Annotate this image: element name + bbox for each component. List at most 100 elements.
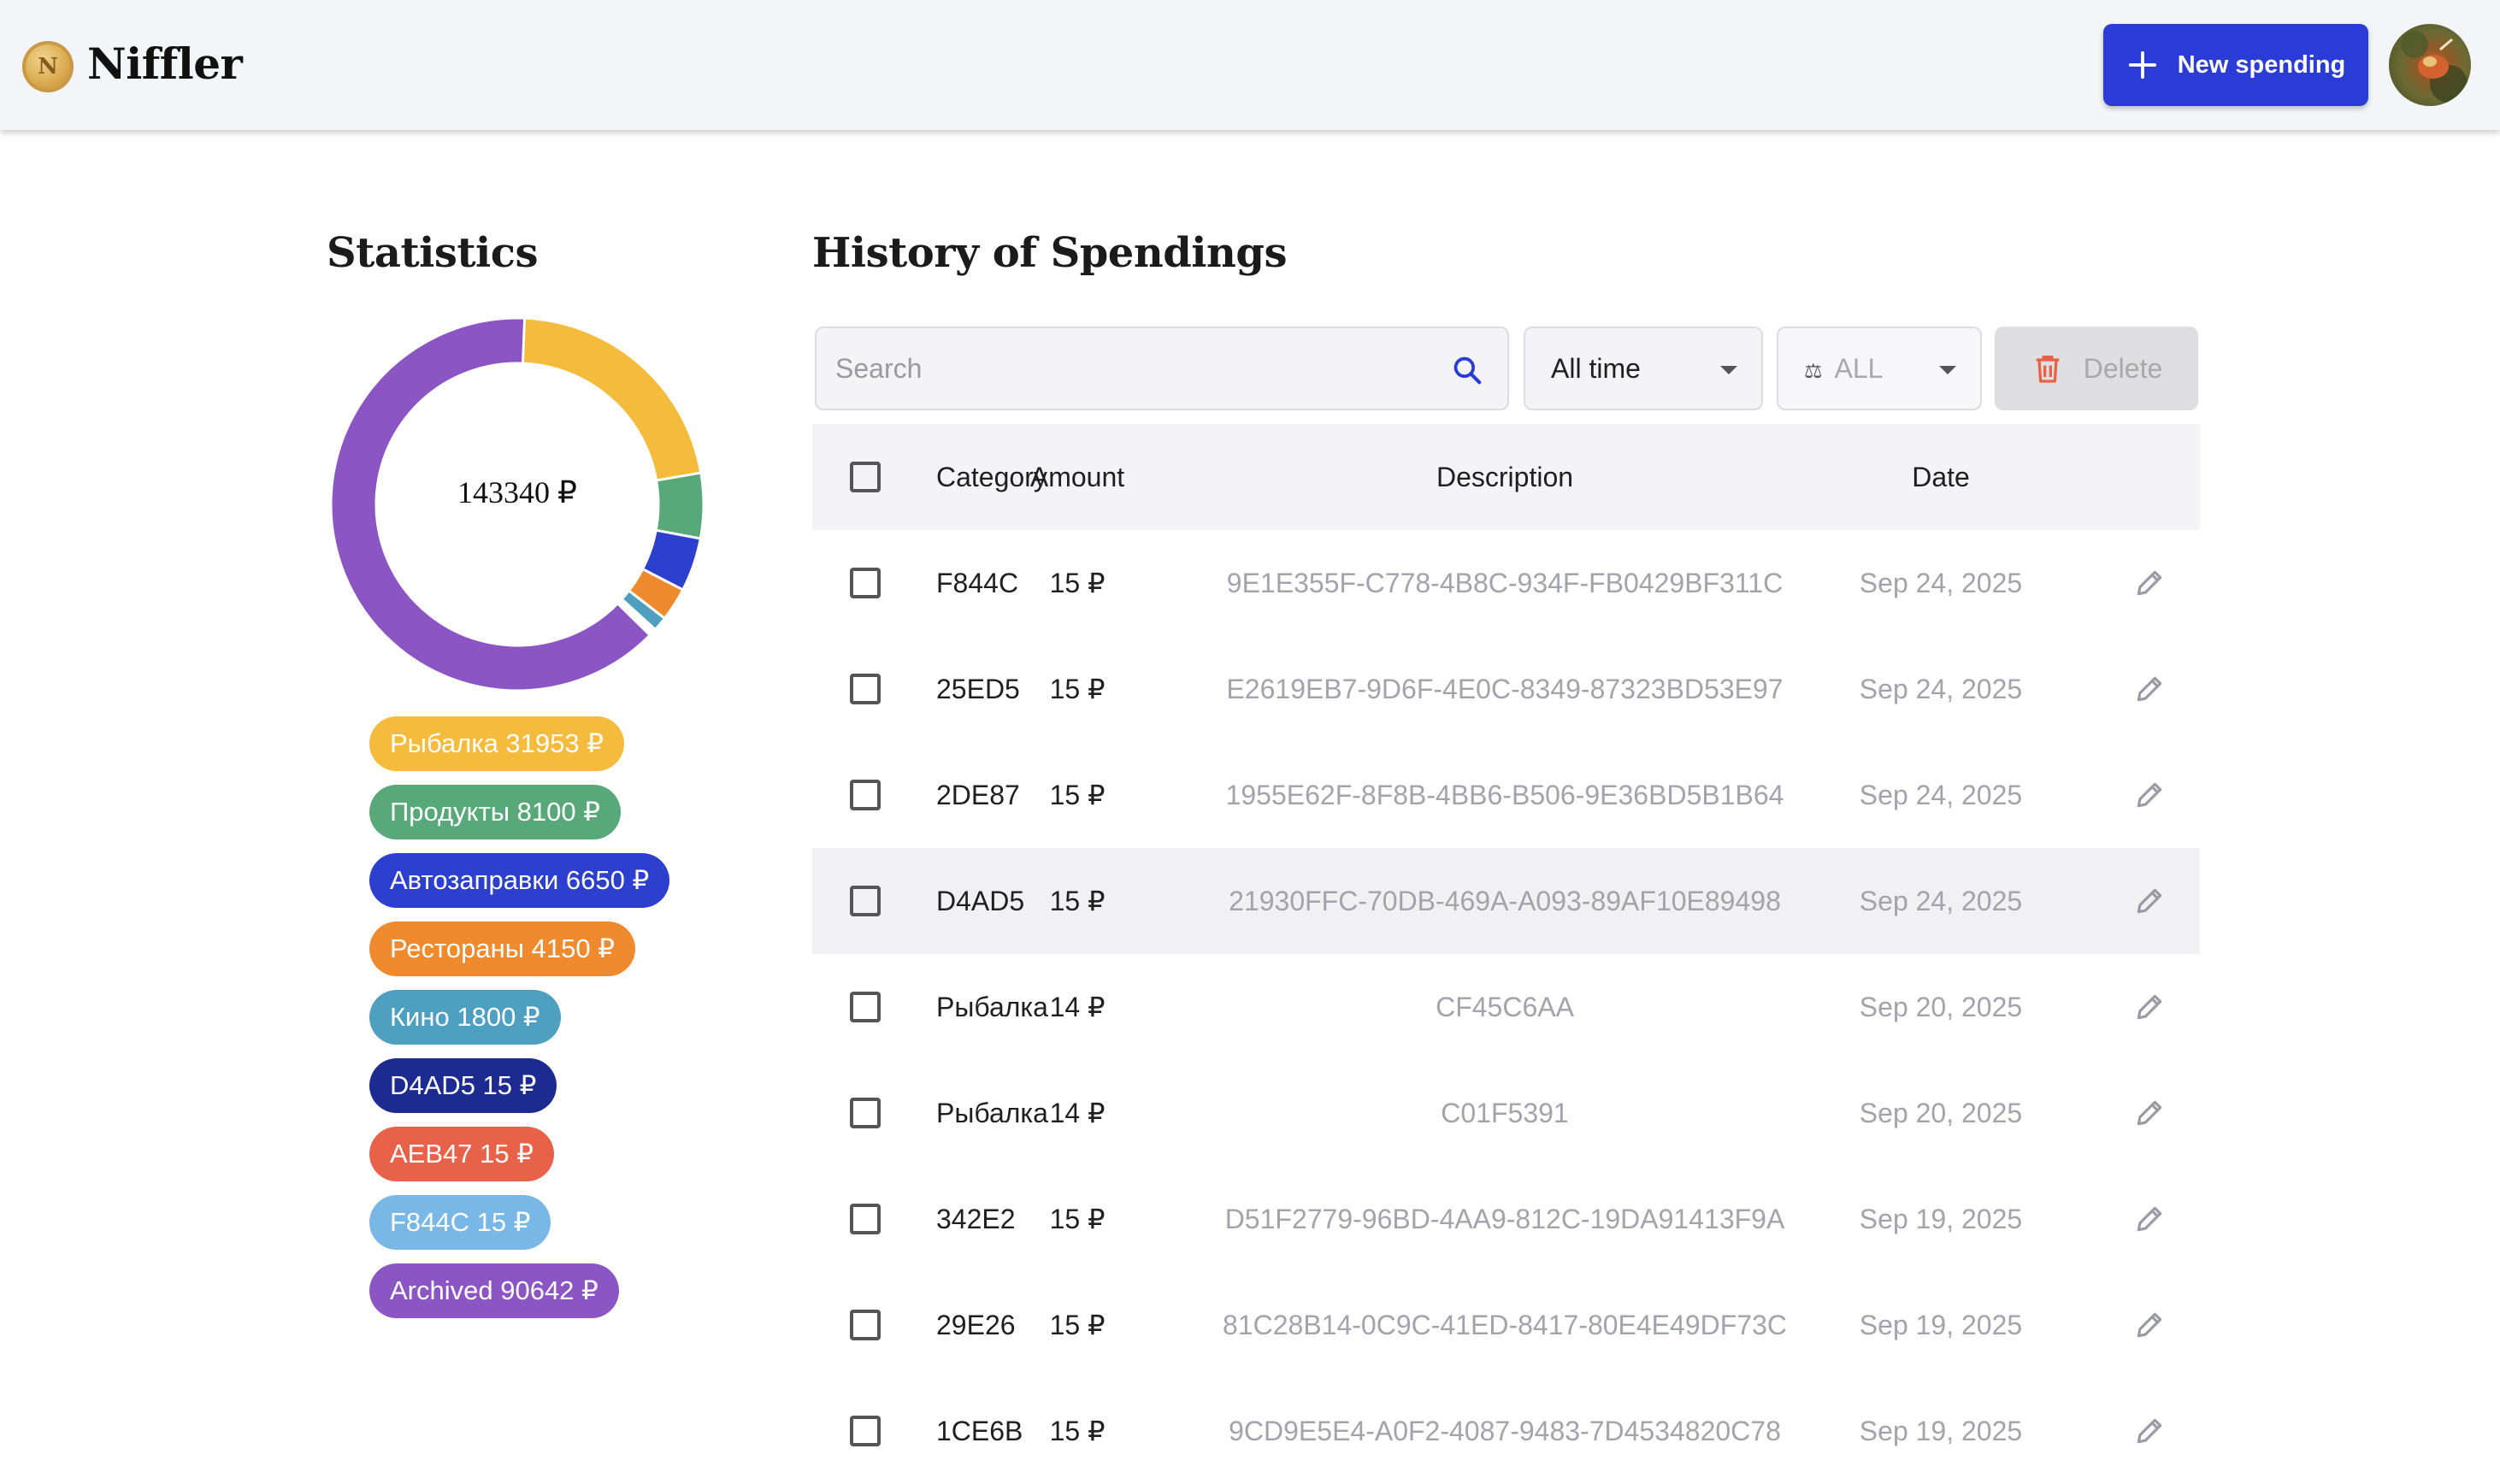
statistics-title: Statistics xyxy=(327,229,539,277)
row-description: CF45C6AA xyxy=(1436,992,1574,1022)
category-chip[interactable]: Archived 90642 ₽ xyxy=(369,1263,619,1318)
app-header: N Niffler New spending xyxy=(0,0,2500,130)
table-row[interactable]: 342E2 15 ₽ D51F2779-96BD-4AA9-812C-19DA914… xyxy=(812,1166,2200,1272)
row-description: 81C28B14-0C9C-41ED-8417-80E4E49DF73C xyxy=(1223,1310,1787,1340)
row-category: 25ED5 xyxy=(936,674,1020,704)
row-date: Sep 24, 2025 xyxy=(1859,886,2023,916)
row-amount: 14 ₽ xyxy=(1049,992,1106,1022)
row-category: 2DE87 xyxy=(936,780,1020,810)
row-date: Sep 24, 2025 xyxy=(1859,674,2023,704)
avatar[interactable] xyxy=(2389,24,2471,106)
currency-select-value: ⚖ ALL xyxy=(1804,328,1883,412)
category-chip[interactable]: Продукты 8100 ₽ xyxy=(369,785,621,839)
select-all-checkbox[interactable] xyxy=(850,462,881,492)
table-row[interactable]: 29E26 15 ₽ 81C28B14-0C9C-41ED-8417-80E4E49… xyxy=(812,1272,2200,1378)
row-checkbox[interactable] xyxy=(850,780,881,810)
search-icon[interactable] xyxy=(1451,354,1483,386)
row-amount: 15 ₽ xyxy=(1049,1310,1106,1340)
row-checkbox[interactable] xyxy=(850,992,881,1022)
pencil-icon[interactable] xyxy=(2133,779,2166,811)
table-row[interactable]: 2DE87 15 ₽ 1955E62F-8F8B-4BB6-B506-9E36BD5… xyxy=(812,742,2200,848)
row-description: 9E1E355F-C778-4B8C-934F-FB0429BF311C xyxy=(1226,568,1784,598)
category-chip[interactable]: Автозаправки 6650 ₽ xyxy=(369,853,670,908)
table-row[interactable]: Рыбалка 14 ₽ CF45C6AA Sep 20, 2025 xyxy=(812,954,2200,1060)
row-amount: 15 ₽ xyxy=(1049,1204,1106,1234)
row-amount: 15 ₽ xyxy=(1049,674,1106,704)
table-row[interactable]: 1CE6B 15 ₽ 9CD9E5E4-A0F2-4087-9483-7D45348… xyxy=(812,1378,2200,1484)
row-checkbox[interactable] xyxy=(850,568,881,598)
row-category: 1CE6B xyxy=(936,1416,1023,1446)
pencil-icon[interactable] xyxy=(2133,673,2166,705)
row-description: 21930FFC-70DB-469A-A093-89AF10E89498 xyxy=(1229,886,1781,916)
statistics-total: 143340 ₽ xyxy=(457,475,577,509)
period-select-value: All time xyxy=(1551,353,1641,384)
period-select[interactable]: All time xyxy=(1524,327,1763,410)
pencil-icon[interactable] xyxy=(2133,991,2166,1023)
pencil-icon[interactable] xyxy=(2133,885,2166,917)
niffler-logo-icon[interactable]: N xyxy=(22,41,74,92)
logo-letter: N xyxy=(38,54,58,80)
row-amount: 15 ₽ xyxy=(1049,568,1106,598)
new-spending-button[interactable]: New spending xyxy=(2103,24,2368,106)
row-date: Sep 24, 2025 xyxy=(1859,780,2023,810)
row-amount: 15 ₽ xyxy=(1049,780,1106,810)
table-row[interactable]: 25ED5 15 ₽ E2619EB7-9D6F-4E0C-8349-87323BD… xyxy=(812,636,2200,742)
row-date: Sep 24, 2025 xyxy=(1859,568,2023,598)
row-category: F844C xyxy=(936,568,1019,598)
row-description: E2619EB7-9D6F-4E0C-8349-87323BD53E97 xyxy=(1226,674,1784,704)
row-checkbox[interactable] xyxy=(850,886,881,916)
table-header: Category Amount Description Date xyxy=(812,424,2200,530)
row-checkbox[interactable] xyxy=(850,1416,881,1446)
currency-select[interactable]: ⚖ ALL xyxy=(1777,327,1982,410)
currency-select-label: ALL xyxy=(1834,353,1884,384)
row-date: Sep 20, 2025 xyxy=(1859,1098,2023,1128)
column-header-amount[interactable]: Amount xyxy=(1017,424,1137,530)
table-row[interactable]: Рыбалка 14 ₽ C01F5391 Sep 20, 2025 xyxy=(812,1060,2200,1166)
row-date: Sep 19, 2025 xyxy=(1859,1310,2023,1340)
row-description: D51F2779-96BD-4AA9-812C-19DA91413F9A xyxy=(1224,1204,1785,1234)
scales-icon: ⚖ xyxy=(1804,360,1823,383)
category-chip[interactable]: AEB47 15 ₽ xyxy=(369,1127,554,1181)
row-category: D4AD5 xyxy=(936,886,1025,916)
category-chip[interactable]: F844C 15 ₽ xyxy=(369,1195,551,1250)
row-date: Sep 19, 2025 xyxy=(1859,1204,2023,1234)
chevron-down-icon xyxy=(1720,366,1737,374)
plus-icon xyxy=(2128,50,2156,80)
row-category: 342E2 xyxy=(936,1204,1016,1234)
trash-icon xyxy=(2036,356,2060,383)
search-input[interactable] xyxy=(835,328,1417,409)
row-category: 29E26 xyxy=(936,1310,1016,1340)
row-amount: 14 ₽ xyxy=(1049,1098,1106,1128)
chevron-down-icon xyxy=(1939,366,1956,374)
row-date: Sep 20, 2025 xyxy=(1859,992,2023,1022)
app-title[interactable]: Niffler xyxy=(87,34,243,94)
category-chip[interactable]: D4AD5 15 ₽ xyxy=(369,1058,557,1113)
row-description: C01F5391 xyxy=(1441,1098,1569,1128)
row-checkbox[interactable] xyxy=(850,1098,881,1128)
row-checkbox[interactable] xyxy=(850,1310,881,1340)
row-description: 1955E62F-8F8B-4BB6-B506-9E36BD5B1B64 xyxy=(1225,780,1784,810)
delete-label: Delete xyxy=(2083,352,2163,384)
row-checkbox[interactable] xyxy=(850,1204,881,1234)
search-field[interactable] xyxy=(815,327,1509,410)
avatar-image xyxy=(2401,31,2468,103)
category-chip[interactable]: Кино 1800 ₽ xyxy=(369,990,561,1045)
row-amount: 15 ₽ xyxy=(1049,1416,1106,1446)
category-chip[interactable]: Рестораны 4150 ₽ xyxy=(369,922,635,976)
pencil-icon[interactable] xyxy=(2133,1203,2166,1235)
table-row[interactable]: F844C 15 ₽ 9E1E355F-C778-4B8C-934F-FB0429B… xyxy=(812,530,2200,636)
row-amount: 15 ₽ xyxy=(1049,886,1106,916)
delete-button[interactable]: Delete xyxy=(1995,327,2198,410)
pencil-icon[interactable] xyxy=(2133,1309,2166,1341)
pencil-icon[interactable] xyxy=(2133,1097,2166,1129)
column-header-date[interactable]: Date xyxy=(1834,424,2048,530)
row-checkbox[interactable] xyxy=(850,674,881,704)
row-date: Sep 19, 2025 xyxy=(1859,1416,2023,1446)
column-header-description[interactable]: Description xyxy=(1188,424,1821,530)
pencil-icon[interactable] xyxy=(2133,567,2166,599)
new-spending-label: New spending xyxy=(2177,50,2346,79)
category-chip[interactable]: Рыбалка 31953 ₽ xyxy=(369,716,624,771)
donut-segment[interactable] xyxy=(516,316,703,482)
pencil-icon[interactable] xyxy=(2133,1415,2166,1447)
table-row[interactable]: D4AD5 15 ₽ 21930FFC-70DB-469A-A093-89AF10E… xyxy=(812,848,2200,954)
